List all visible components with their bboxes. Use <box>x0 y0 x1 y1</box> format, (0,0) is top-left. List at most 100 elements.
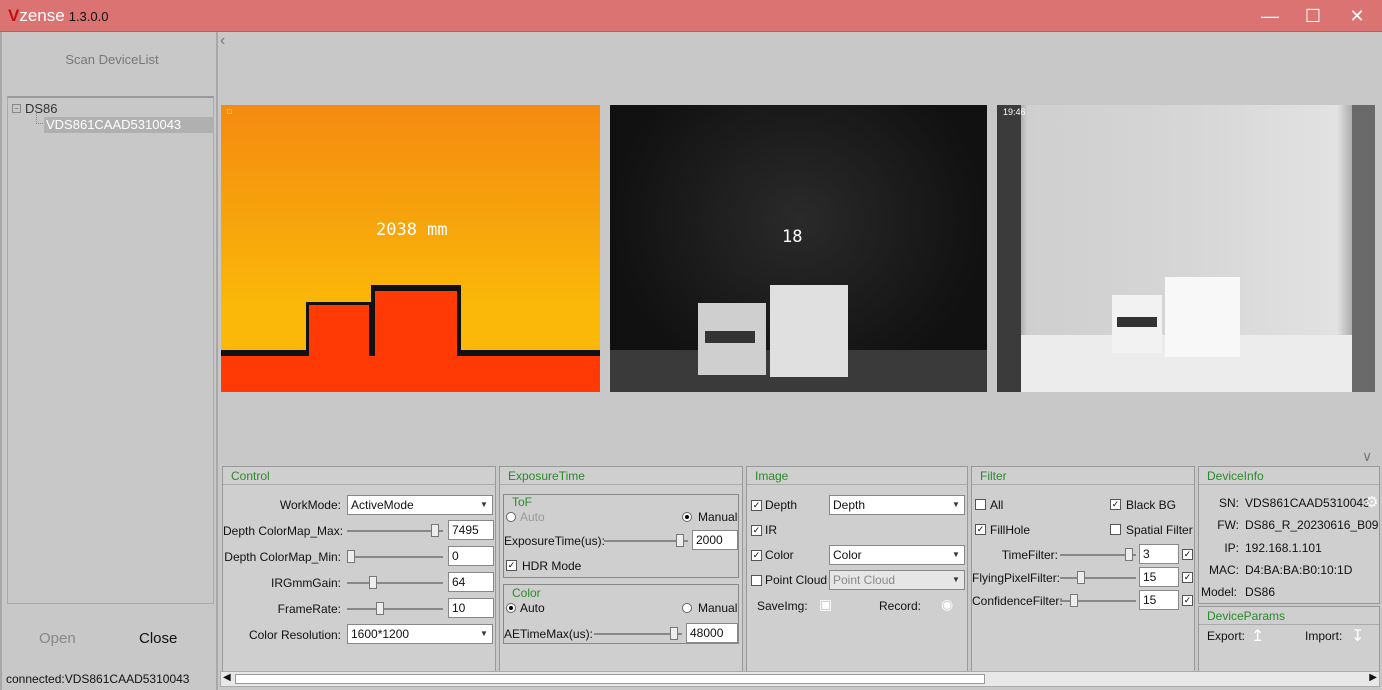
aetmax-input[interactable]: 48000 <box>686 623 738 643</box>
upload-icon[interactable]: ↥ <box>1251 626 1264 646</box>
framerate-slider[interactable] <box>347 602 443 615</box>
chevron-down-icon: ▼ <box>480 500 488 509</box>
color-select[interactable]: Color ▼ <box>829 545 965 565</box>
tof-title: ToF <box>512 495 533 509</box>
collapse-icon[interactable]: − <box>12 104 21 113</box>
workmode-select[interactable]: ActiveMode ▼ <box>347 495 493 515</box>
irgain-slider[interactable] <box>347 576 443 589</box>
timefilter-slider[interactable] <box>1060 548 1136 561</box>
scroll-right-icon[interactable]: ▶ <box>1369 672 1377 683</box>
app-logo: Vzense 1.3.0.0 <box>8 6 109 25</box>
all-checkbox[interactable] <box>975 499 986 510</box>
camera-icon[interactable]: ▣ <box>819 596 832 613</box>
tree-connector <box>36 111 43 124</box>
workmode-label: WorkMode: <box>279 498 341 512</box>
gear-icon[interactable]: ⚙ <box>1365 493 1378 511</box>
close-button[interactable]: Close <box>139 630 177 647</box>
device-tree: − DS86 VDS861CAAD5310043 <box>7 96 214 604</box>
spatial-label: Spatial Filter <box>1126 523 1193 537</box>
fillhole-checkbox[interactable]: ✓ <box>975 524 986 535</box>
pointcloud-select[interactable]: Point Cloud ▼ <box>829 570 965 590</box>
record-camera-icon[interactable]: ◉ <box>941 596 953 613</box>
chevron-down-icon: ▼ <box>952 575 960 584</box>
mac-label: MAC: <box>1209 563 1239 577</box>
confidence-slider[interactable] <box>1060 594 1136 607</box>
depth-min-slider-thumb[interactable] <box>347 550 355 563</box>
color-timestamp: 19:46 <box>1003 107 1026 117</box>
chevron-left-icon[interactable]: ‹ <box>220 32 225 50</box>
image-group: Image ✓ Depth Depth ▼ ✓ IR ✓ Color Color ▼… <box>746 466 968 672</box>
confidence-input[interactable]: 15 <box>1139 590 1179 610</box>
close-window-button[interactable]: ✕ <box>1342 4 1372 28</box>
tof-manual-radio[interactable] <box>682 512 692 522</box>
depth-max-slider-thumb[interactable] <box>430 524 439 537</box>
mac-value: D4:BA:BA:B0:10:1D <box>1245 563 1353 577</box>
framerate-label: FrameRate: <box>277 602 341 616</box>
scrollbar-thumb[interactable] <box>235 674 985 684</box>
depth-max-input[interactable]: 7495 <box>448 520 494 540</box>
aetmax-slider-thumb[interactable] <box>670 627 678 640</box>
color-exposure-group: Color Auto Manual AETimeMax(us): 48000 <box>503 584 739 644</box>
timefilter-slider-thumb[interactable] <box>1124 548 1133 561</box>
deviceinfo-title: DeviceInfo <box>1199 467 1379 485</box>
aetmax-slider[interactable] <box>594 627 682 640</box>
blackbg-checkbox[interactable]: ✓ <box>1110 499 1121 510</box>
chevron-down-icon[interactable]: ∨ <box>1362 448 1372 465</box>
color-auto-radio[interactable] <box>506 603 516 613</box>
record-label: Record: <box>879 599 922 613</box>
tree-device-item[interactable]: VDS861CAAD5310043 <box>44 117 214 133</box>
exptime-input[interactable]: 2000 <box>692 530 738 550</box>
ip-value: 192.168.1.101 <box>1245 541 1322 555</box>
flyingpixel-slider-thumb[interactable] <box>1077 571 1085 584</box>
download-icon[interactable]: ↧ <box>1351 626 1364 646</box>
depth-min-slider[interactable] <box>347 550 443 563</box>
confidence-checkbox[interactable]: ✓ <box>1182 595 1193 606</box>
tof-manual-label: Manual <box>698 510 738 524</box>
confidence-label: ConfidenceFilter: <box>972 594 1063 608</box>
exptime-slider-thumb[interactable] <box>676 534 685 547</box>
confidence-slider-thumb[interactable] <box>1070 594 1079 607</box>
flyingpixel-input[interactable]: 15 <box>1139 567 1179 587</box>
depth-timestamp: □ <box>227 107 232 116</box>
exptime-slider[interactable] <box>604 534 688 547</box>
colorres-select[interactable]: 1600*1200 ▼ <box>347 624 493 644</box>
scroll-left-icon[interactable]: ◀ <box>223 672 231 683</box>
timefilter-input[interactable]: 3 <box>1139 544 1179 564</box>
flyingpixel-slider[interactable] <box>1060 571 1136 584</box>
flyingpixel-checkbox[interactable]: ✓ <box>1182 572 1193 583</box>
spatial-checkbox[interactable] <box>1110 524 1121 535</box>
connection-status: connected:VDS861CAAD5310043 <box>6 672 190 686</box>
color-manual-radio[interactable] <box>682 603 692 613</box>
depth-min-input[interactable]: 0 <box>448 546 494 566</box>
framerate-input[interactable]: 10 <box>448 598 494 618</box>
color-scene-graphic <box>997 105 1375 392</box>
horizontal-scrollbar[interactable]: ◀ ▶ <box>220 671 1380 687</box>
tree-root-item[interactable]: − DS86 <box>12 101 58 116</box>
depth-max-label: Depth ColorMap_Max: <box>223 524 344 538</box>
irgain-input[interactable]: 64 <box>448 572 494 592</box>
ip-label: IP: <box>1224 541 1239 555</box>
ir-scene-graphic <box>610 285 987 392</box>
scan-devicelist-button[interactable]: Scan DeviceList <box>42 52 182 72</box>
irgain-slider-thumb[interactable] <box>369 576 377 589</box>
depth-max-slider[interactable] <box>347 524 443 537</box>
depth-map-graphic <box>221 285 600 392</box>
ir-checkbox[interactable]: ✓ <box>751 525 762 536</box>
deviceinfo-group: DeviceInfo SN: VDS861CAAD5310043 ⚙ FW: D… <box>1198 466 1380 604</box>
blackbg-label: Black BG <box>1126 498 1177 512</box>
depth-select[interactable]: Depth ▼ <box>829 495 965 515</box>
minimize-button[interactable]: — <box>1255 4 1285 28</box>
fillhole-label: FillHole <box>990 523 1031 537</box>
filter-title: Filter <box>972 467 1194 485</box>
depth-checkbox[interactable]: ✓ <box>751 500 762 511</box>
filter-group: Filter All ✓ Black BG ✓ FillHole Spatial… <box>971 466 1195 672</box>
tof-auto-radio[interactable] <box>506 512 516 522</box>
maximize-button[interactable]: ☐ <box>1298 4 1328 28</box>
pointcloud-checkbox[interactable] <box>751 575 762 586</box>
color-checkbox[interactable]: ✓ <box>751 550 762 561</box>
hdr-checkbox[interactable]: ✓ <box>506 560 517 571</box>
export-label: Export: <box>1207 629 1246 643</box>
framerate-slider-thumb[interactable] <box>376 602 385 615</box>
timefilter-checkbox[interactable]: ✓ <box>1182 549 1193 560</box>
open-button[interactable]: Open <box>39 630 76 647</box>
